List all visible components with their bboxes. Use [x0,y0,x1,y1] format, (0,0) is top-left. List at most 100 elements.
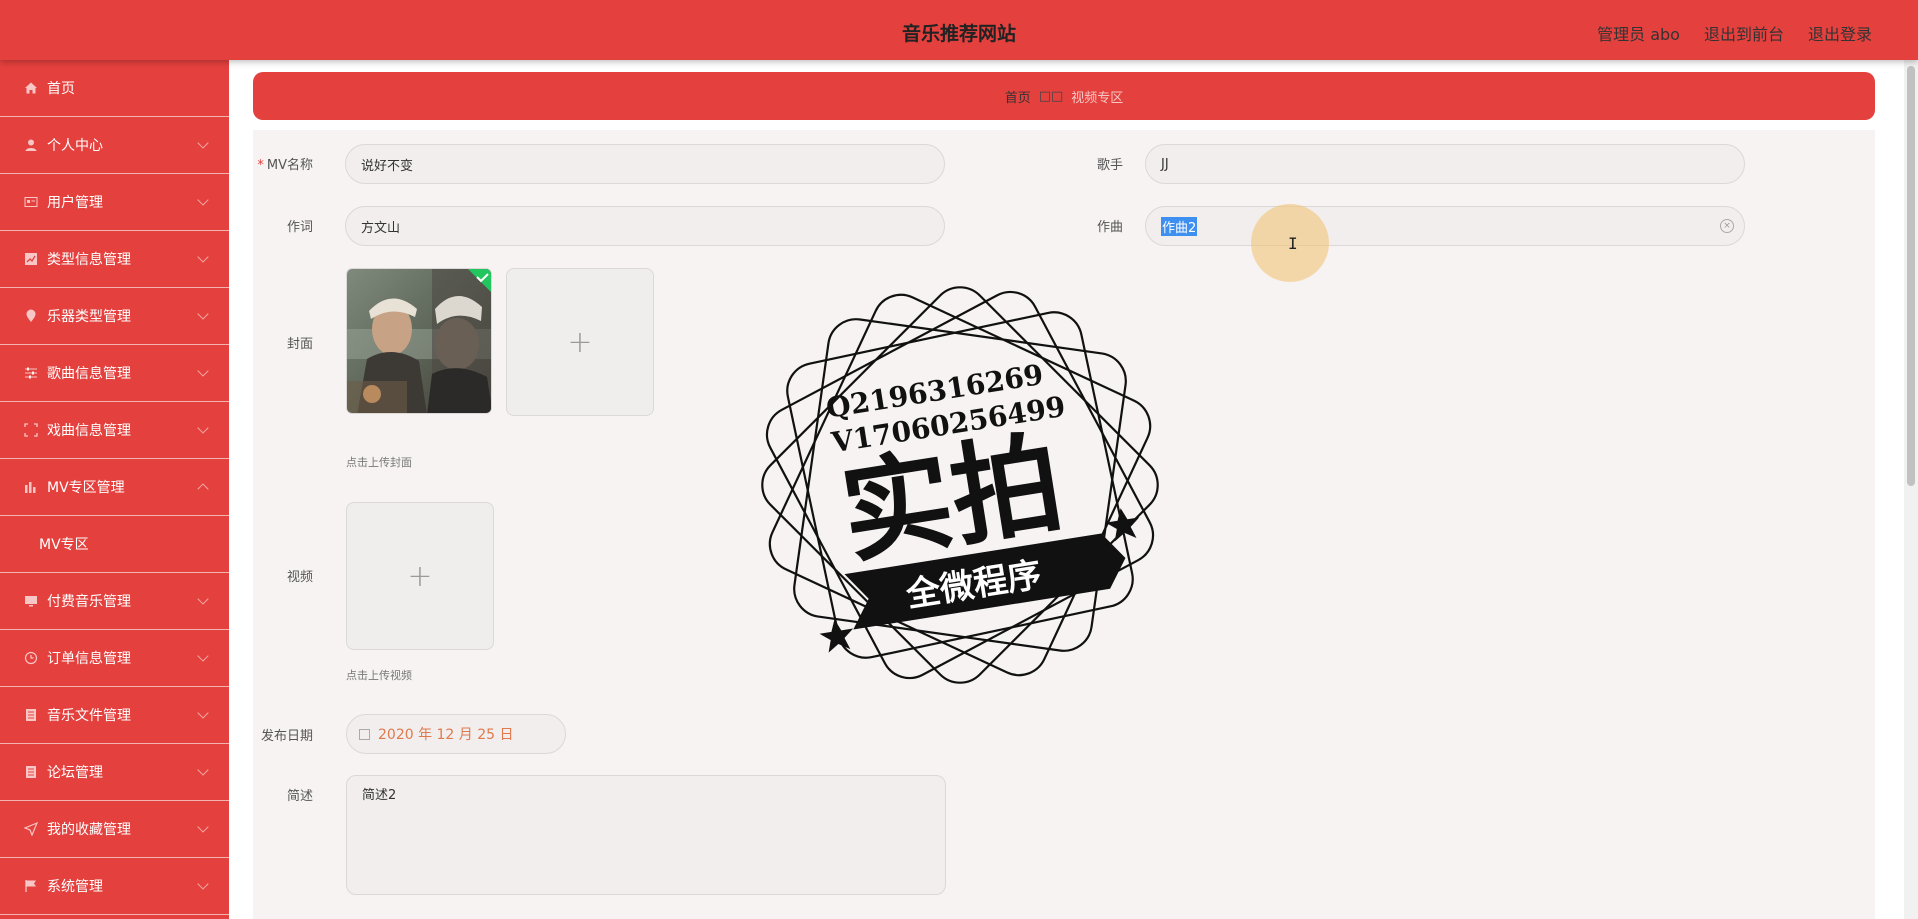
cover-thumbnail[interactable] [346,268,492,414]
plus-icon: + [407,558,433,594]
breadcrumb-separator: □□ [1038,88,1064,104]
video-label: 视频 [286,570,313,585]
fullscreen-icon [23,422,39,438]
mv-name-value: 说好不变 [361,158,414,174]
user-icon [23,137,39,153]
document-icon [23,764,39,780]
sidebar-item-label: 戏曲信息管理 [47,423,131,439]
sidebar-item-type-info[interactable]: 类型信息管理 [0,231,229,288]
chevron-down-icon [197,650,209,662]
scrollbar-thumb[interactable] [1907,66,1915,486]
sidebar-item-label: 用户管理 [47,195,103,211]
description-label: 简述 [286,789,313,804]
chevron-down-icon [197,308,209,320]
video-upload-tip: 点击上传视频 [346,669,412,682]
cover-label: 封面 [286,337,313,352]
clear-icon[interactable]: × [1720,219,1734,233]
date-label: 发布日期 [260,729,313,744]
video-upload-button[interactable]: + [346,502,494,650]
description-value: 简述2 [362,788,397,803]
sidebar-item-label: 歌曲信息管理 [47,366,131,382]
sidebar-item-label: MV专区 [39,537,89,553]
chevron-down-icon [197,593,209,605]
chevron-down-icon [197,137,209,149]
calendar-icon [359,728,370,740]
description-textarea[interactable]: 简述2 [346,775,946,895]
mv-name-input[interactable]: 说好不变 [345,144,945,184]
sidebar-item-label: 类型信息管理 [47,252,131,268]
sliders-icon [23,365,39,381]
singer-input[interactable]: JJ [1145,144,1745,184]
chevron-up-icon [197,483,209,495]
plus-icon: + [567,324,593,360]
sidebar-item-label: 系统管理 [47,879,103,895]
chevron-down-icon [197,878,209,890]
page-scrollbar[interactable] [1904,60,1918,919]
sidebar-item-favorites[interactable]: 我的收藏管理 [0,801,229,858]
sidebar-item-label: 首页 [47,81,75,97]
flag-icon [23,878,39,894]
send-icon [23,821,39,837]
sidebar-item-label: 乐器类型管理 [47,309,131,325]
sidebar-item-music-files[interactable]: 音乐文件管理 [0,687,229,744]
sidebar-item-paid-music[interactable]: 付费音乐管理 [0,573,229,630]
sidebar-item-system[interactable]: 系统管理 [0,858,229,915]
sidebar-item-opera-info[interactable]: 戏曲信息管理 [0,402,229,459]
composer-input[interactable]: 作曲2 × [1145,206,1745,246]
sidebar-item-label: 付费音乐管理 [47,594,131,610]
sidebar-item-profile[interactable]: 个人中心 [0,117,229,174]
sidebar-item-users[interactable]: 用户管理 [0,174,229,231]
sidebar-item-label: 订单信息管理 [47,651,131,667]
admin-label: 管理员 abo [1597,25,1680,44]
lyricist-input[interactable]: 方文山 [345,206,945,246]
sidebar-subitem-mv-zone[interactable]: MV专区 [0,516,229,573]
text-cursor-icon: I [1288,234,1298,253]
composer-value: 作曲2 [1161,216,1198,236]
mv-name-label: * MV名称 [257,158,313,173]
chevron-down-icon [197,365,209,377]
sidebar-item-song-info[interactable]: 歌曲信息管理 [0,345,229,402]
chevron-down-icon [197,422,209,434]
bar-chart-icon [23,479,39,495]
required-mark: * [257,158,264,173]
singer-label: 歌手 [1096,158,1123,173]
sidebar-item-mv-zone-management[interactable]: MV专区管理 [0,459,229,516]
exit-to-front-link[interactable]: 退出到前台 [1704,21,1784,45]
id-card-icon [23,194,39,210]
sidebar-item-instrument-type[interactable]: 乐器类型管理 [0,288,229,345]
location-icon [23,308,39,324]
chevron-down-icon [197,764,209,776]
lyricist-label: 作词 [286,220,313,235]
chart-icon [23,251,39,267]
breadcrumb-current: 视频专区 [1071,90,1124,106]
breadcrumb: 首页 □□ 视频专区 [253,72,1875,120]
cover-upload-button[interactable]: + [506,268,654,416]
breadcrumb-home[interactable]: 首页 [1005,87,1031,106]
sidebar: 首页 个人中心 用户管理 类型信息管理 乐器类型管理 歌曲信息管理 戏曲信息管理… [0,60,229,919]
header-actions: 管理员 abo 退出到前台 退出登录 [1597,21,1872,45]
logout-link[interactable]: 退出登录 [1808,21,1872,45]
chevron-down-icon [197,707,209,719]
sidebar-item-label: 论坛管理 [47,765,103,781]
document-icon [23,707,39,723]
sidebar-item-forum[interactable]: 论坛管理 [0,744,229,801]
composer-label: 作曲 [1096,220,1123,235]
sidebar-item-label: 音乐文件管理 [47,708,131,724]
singer-value: JJ [1161,156,1169,172]
sidebar-item-label: MV专区管理 [47,480,125,496]
monitor-icon [23,593,39,609]
chevron-down-icon [197,251,209,263]
cover-upload-tip: 点击上传封面 [346,456,412,469]
cover-image [347,269,491,413]
chevron-down-icon [197,194,209,206]
form-panel: * MV名称 说好不变 歌手 JJ 作词 方文山 作曲 作曲2 × 封面 + 点… [253,130,1875,919]
chevron-down-icon [197,821,209,833]
sidebar-item-label: 个人中心 [47,138,103,154]
home-icon [23,80,39,96]
sidebar-item-label: 我的收藏管理 [47,822,131,838]
sidebar-item-order-info[interactable]: 订单信息管理 [0,630,229,687]
sidebar-item-home[interactable]: 首页 [0,60,229,117]
publish-date-input[interactable]: 2020 年 12 月 25 日 [346,714,566,754]
publish-date-value: 2020 年 12 月 25 日 [378,727,514,743]
main-content: 首页 □□ 视频专区 * MV名称 说好不变 歌手 JJ 作词 方文山 作曲 作曲… [229,60,1918,919]
